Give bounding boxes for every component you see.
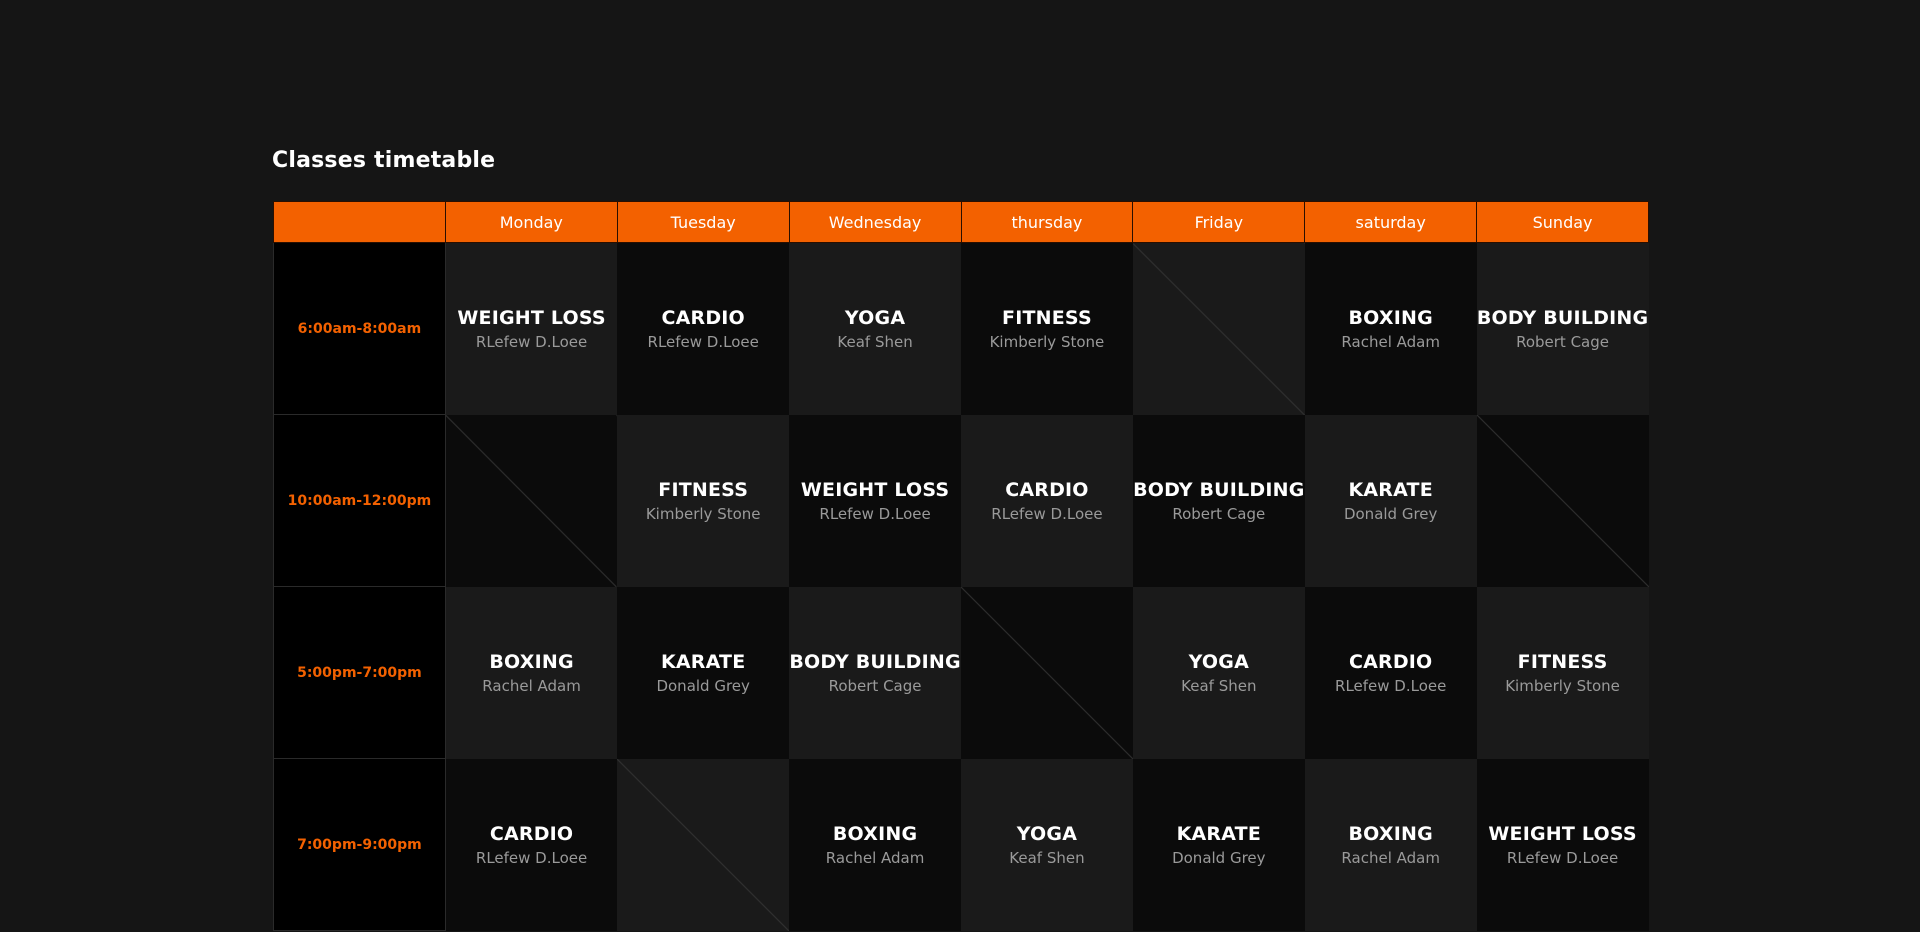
class-trainer: RLefew D.Loee (475, 332, 588, 351)
class-name: FITNESS (1517, 650, 1608, 673)
classes-timetable: Monday Tuesday Wednesday thursday Friday… (273, 201, 1649, 931)
class-trainer: Kimberly Stone (989, 332, 1105, 351)
class-trainer: RLefew D.Loee (991, 504, 1103, 523)
class-name: BODY BUILDING (1476, 306, 1649, 329)
class-trainer: Rachel Adam (1341, 848, 1440, 867)
class-name: CARDIO (489, 822, 574, 845)
empty-class-cell (1476, 414, 1649, 587)
class-name: YOGA (844, 306, 906, 329)
class-cell: YOGA Keaf Shen (1132, 586, 1305, 759)
class-trainer: Robert Cage (1172, 504, 1266, 523)
day-header-sunday: Sunday (1476, 201, 1649, 243)
class-cell: YOGA Keaf Shen (789, 242, 961, 415)
class-name: WEIGHT LOSS (800, 478, 950, 501)
timetable-row: 10:00am-12:00pm FITNESS Kimberly Stone WEIG… (273, 414, 1649, 587)
day-header-wednesday: Wednesday (788, 201, 962, 243)
timetable-body: 6:00am-8:00am WEIGHT LOSS RLefew D.Loee CAR… (273, 242, 1649, 931)
class-cell: KARATE Donald Grey (1132, 758, 1305, 931)
class-name: BODY BUILDING (789, 650, 961, 673)
class-cell: BODY BUILDING Robert Cage (789, 586, 961, 759)
class-cell: WEIGHT LOSS RLefew D.Loee (789, 414, 961, 587)
day-header-thursday: thursday (960, 201, 1134, 243)
class-name: YOGA (1188, 650, 1249, 673)
class-cell: BOXING Rachel Adam (1304, 758, 1477, 931)
class-trainer: Donald Grey (1172, 848, 1266, 867)
class-cell: FITNESS Kimberly Stone (617, 414, 790, 587)
class-trainer: Robert Cage (1516, 332, 1610, 351)
time-slot-label: 7:00pm-9:00pm (273, 758, 446, 931)
class-name: BOXING (1348, 306, 1433, 329)
class-name: WEIGHT LOSS (457, 306, 606, 329)
class-name: BOXING (1348, 822, 1433, 845)
class-cell: FITNESS Kimberly Stone (1476, 586, 1649, 759)
time-slot-label: 6:00am-8:00am (273, 242, 446, 415)
class-trainer: Kimberly Stone (1505, 676, 1620, 695)
class-cell: BOXING Rachel Adam (445, 586, 618, 759)
class-trainer: RLefew D.Loee (1335, 676, 1447, 695)
class-cell: KARATE Donald Grey (1304, 414, 1477, 587)
time-slot-label: 10:00am-12:00pm (273, 414, 446, 587)
page: Classes timetable Monday Tuesday Wednesd… (0, 0, 1920, 932)
class-name: CARDIO (1005, 478, 1089, 501)
day-header-saturday: saturday (1304, 201, 1478, 243)
class-trainer: RLefew D.Loee (1506, 848, 1619, 867)
class-trainer: Rachel Adam (825, 848, 925, 867)
day-header-friday: Friday (1132, 201, 1306, 243)
timetable-header-row: Monday Tuesday Wednesday thursday Friday… (273, 201, 1649, 243)
class-name: FITNESS (658, 478, 749, 501)
class-name: KARATE (660, 650, 746, 673)
class-cell: CARDIO RLefew D.Loee (617, 242, 790, 415)
empty-class-cell (1132, 242, 1305, 415)
section-title: Classes timetable (272, 148, 496, 173)
day-header-monday: Monday (444, 201, 618, 243)
class-cell: FITNESS Kimberly Stone (961, 242, 1133, 415)
class-trainer: RLefew D.Loee (819, 504, 931, 523)
class-cell: BODY BUILDING Robert Cage (1132, 414, 1305, 587)
class-cell: KARATE Donald Grey (617, 586, 790, 759)
class-trainer: Keaf Shen (1009, 848, 1085, 867)
time-slot-label: 5:00pm-7:00pm (273, 586, 446, 759)
day-header-tuesday: Tuesday (616, 201, 790, 243)
class-cell: CARDIO RLefew D.Loee (961, 414, 1133, 587)
class-name: BOXING (489, 650, 574, 673)
empty-class-cell (617, 758, 790, 931)
class-trainer: Keaf Shen (837, 332, 913, 351)
class-name: BOXING (832, 822, 918, 845)
class-name: WEIGHT LOSS (1488, 822, 1637, 845)
empty-class-cell (961, 586, 1133, 759)
class-name: CARDIO (661, 306, 745, 329)
class-cell: CARDIO RLefew D.Loee (1304, 586, 1477, 759)
class-trainer: Kimberly Stone (645, 504, 761, 523)
class-name: FITNESS (1002, 306, 1092, 329)
class-trainer: Keaf Shen (1181, 676, 1257, 695)
class-cell: BOXING Rachel Adam (789, 758, 961, 931)
timetable-corner-cell (273, 201, 446, 243)
class-cell: WEIGHT LOSS RLefew D.Loee (445, 242, 618, 415)
class-cell: BOXING Rachel Adam (1304, 242, 1477, 415)
empty-class-cell (445, 414, 618, 587)
class-cell: WEIGHT LOSS RLefew D.Loee (1476, 758, 1649, 931)
class-name: KARATE (1176, 822, 1262, 845)
class-trainer: Rachel Adam (1341, 332, 1440, 351)
class-trainer: Donald Grey (656, 676, 750, 695)
class-name: BODY BUILDING (1133, 478, 1305, 501)
class-name: KARATE (1348, 478, 1433, 501)
class-trainer: RLefew D.Loee (475, 848, 588, 867)
class-name: YOGA (1016, 822, 1078, 845)
class-name: CARDIO (1348, 650, 1433, 673)
class-trainer: RLefew D.Loee (647, 332, 759, 351)
class-cell: BODY BUILDING Robert Cage (1476, 242, 1649, 415)
class-trainer: Robert Cage (828, 676, 922, 695)
timetable-row: 7:00pm-9:00pm CARDIO RLefew D.Loee BOXING Ra… (273, 758, 1649, 931)
class-cell: CARDIO RLefew D.Loee (445, 758, 618, 931)
class-trainer: Donald Grey (1343, 504, 1438, 523)
timetable-row: 5:00pm-7:00pm BOXING Rachel Adam KARATE Dona… (273, 586, 1649, 759)
timetable-row: 6:00am-8:00am WEIGHT LOSS RLefew D.Loee CAR… (273, 242, 1649, 415)
class-cell: YOGA Keaf Shen (961, 758, 1133, 931)
class-trainer: Rachel Adam (482, 676, 581, 695)
